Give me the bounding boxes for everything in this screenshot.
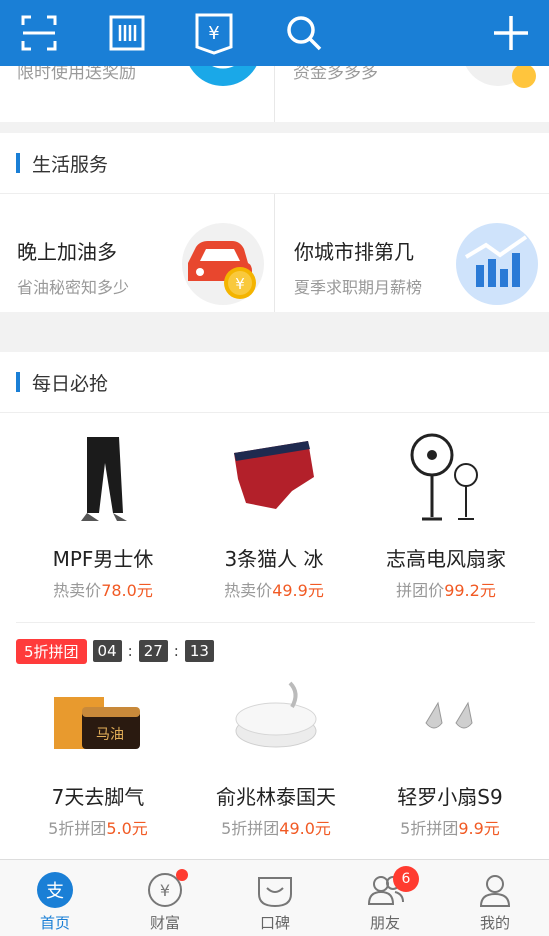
life-card-title: 你城市排第几 — [294, 240, 414, 264]
daily-deals-title: 每日必抢 — [32, 373, 109, 395]
product-name: 轻罗小扇S9 — [397, 785, 503, 809]
tab-label: 首页 — [39, 914, 70, 932]
price-value: 49.9元 — [272, 581, 324, 600]
coin-glyph: ¥ — [235, 275, 245, 293]
price-value: 49.0元 — [279, 819, 331, 838]
life-services-cards: 晚上加油多 省油秘密知多少 ¥ 你城市排第几 夏季求职期月薪榜 — [0, 194, 549, 312]
car-coin-icon: ¥ — [182, 223, 264, 305]
scan-icon[interactable] — [15, 9, 63, 57]
timer-hours: 04 — [92, 640, 122, 662]
tab-label: 口碑 — [259, 914, 290, 932]
alipay-home-icon: 支 — [37, 872, 73, 908]
tab-friends[interactable]: 6 朋友 — [330, 860, 440, 936]
product-name: 3条猫人 冰 — [224, 547, 324, 571]
timer-separator: : — [173, 642, 179, 660]
profile-icon — [479, 875, 511, 907]
product-price: 热卖价78.0元 — [13, 577, 193, 601]
bar-chart-icon — [456, 223, 538, 305]
price-value: 78.0元 — [101, 581, 153, 600]
price-label: 5折拼团 — [221, 819, 280, 838]
life-services-title: 生活服务 — [32, 154, 109, 176]
bill-icon[interactable]: ¥ — [190, 9, 238, 57]
product-price: 5折拼团5.0元 — [8, 815, 188, 839]
product-card[interactable]: MPF男士休 热卖价78.0元 — [13, 413, 193, 613]
product-card[interactable]: 志高电风扇家 拼团价99.2元 — [356, 413, 536, 613]
tab-label: 财富 — [149, 914, 180, 932]
daily-deals: MPF男士休 热卖价78.0元 3条猫人 冰 热卖价49.9元 志高电风扇家 拼… — [0, 413, 549, 859]
promo-left-subtitle: 限时使用送奖励 — [17, 66, 136, 83]
home-glyph: 支 — [46, 881, 64, 902]
timer-seconds: 13 — [184, 640, 214, 662]
search-icon[interactable] — [280, 9, 328, 57]
section-accent — [16, 372, 20, 392]
life-card-desc: 省油秘密知多少 — [17, 278, 130, 297]
promo-left-icon — [189, 66, 257, 86]
tab-koubei[interactable]: 口碑 — [220, 860, 330, 936]
life-services-header: 生活服务 — [0, 133, 549, 194]
product-price: 热卖价49.9元 — [184, 577, 364, 601]
life-card-salary[interactable]: 你城市排第几 夏季求职期月薪榜 — [275, 194, 549, 312]
promo-strip: 限时使用送奖励 资金多多多 — [0, 66, 549, 122]
group-buy-timer: 5折拼团 04 : 27 : 13 — [16, 638, 214, 664]
fan-image — [410, 433, 478, 521]
price-value: 9.9元 — [458, 819, 500, 838]
notification-dot — [176, 869, 188, 881]
price-label: 5折拼团 — [48, 819, 107, 838]
red-envelope-icon — [465, 66, 536, 88]
product-card[interactable]: 3条猫人 冰 热卖价49.9元 — [184, 413, 364, 613]
price-label: 拼团价 — [396, 581, 445, 600]
product-price: 5折拼团49.0元 — [186, 815, 366, 839]
life-card-title: 晚上加油多 — [17, 240, 117, 264]
tab-wealth[interactable]: ¥ 财富 — [110, 860, 220, 936]
timer-minutes: 27 — [138, 640, 168, 662]
wealth-glyph: ¥ — [160, 881, 170, 900]
product-price: 拼团价99.2元 — [356, 577, 536, 601]
group-buy-tag: 5折拼团 — [16, 638, 87, 664]
promo-card-left[interactable]: 限时使用送奖励 — [0, 66, 274, 122]
bottom-tab-bar: 支 首页 ¥ 财富 口碑 6 朋友 我的 — [0, 859, 549, 936]
product-card[interactable]: 马油 7天去脚气 5折拼团5.0元 — [8, 663, 188, 859]
tab-home[interactable]: 支 首页 — [0, 860, 110, 936]
top-bar: ¥ — [0, 0, 549, 66]
ointment-label: 马油 — [96, 727, 124, 743]
promo-card-right[interactable]: 资金多多多 — [275, 66, 549, 122]
timer-separator: : — [127, 642, 133, 660]
divider — [16, 622, 535, 623]
section-accent — [16, 153, 20, 173]
product-name: 志高电风扇家 — [386, 547, 506, 571]
tab-profile[interactable]: 我的 — [440, 860, 549, 936]
pants-image — [81, 437, 127, 521]
friends-badge: 6 — [393, 866, 419, 892]
life-card-fuel[interactable]: 晚上加油多 省油秘密知多少 ¥ — [0, 194, 274, 312]
earring-image — [425, 701, 473, 729]
koubei-icon — [258, 877, 292, 908]
home-scroll[interactable]: 限时使用送奖励 资金多多多 生活服务 晚上加油多 省油秘密知多少 ¥ 你城市排第… — [0, 66, 549, 859]
tab-label: 我的 — [479, 914, 510, 932]
daily-deals-header: 每日必抢 — [0, 352, 549, 413]
product-card[interactable]: 俞兆林泰国天 5折拼团49.0元 — [186, 663, 366, 859]
bill-glyph: ¥ — [208, 23, 219, 44]
product-name: 俞兆林泰国天 — [216, 785, 336, 809]
price-label: 热卖价 — [53, 581, 102, 600]
life-card-desc: 夏季求职期月薪榜 — [294, 278, 423, 297]
product-name: 7天去脚气 — [51, 785, 145, 809]
price-value: 5.0元 — [106, 819, 148, 838]
price-label: 热卖价 — [224, 581, 273, 600]
ointment-image: 马油 — [54, 697, 140, 749]
product-card[interactable]: 轻罗小扇S9 5折拼团9.9元 — [360, 663, 540, 859]
pillow-image — [235, 681, 317, 748]
product-price: 5折拼团9.9元 — [360, 815, 540, 839]
underwear-image — [234, 441, 314, 509]
barcode-icon[interactable] — [103, 9, 151, 57]
price-value: 99.2元 — [444, 581, 496, 600]
promo-right-subtitle: 资金多多多 — [293, 66, 378, 83]
tab-label: 朋友 — [369, 914, 400, 932]
price-label: 5折拼团 — [400, 819, 459, 838]
product-name: MPF男士休 — [52, 547, 154, 571]
add-icon[interactable] — [487, 9, 535, 57]
